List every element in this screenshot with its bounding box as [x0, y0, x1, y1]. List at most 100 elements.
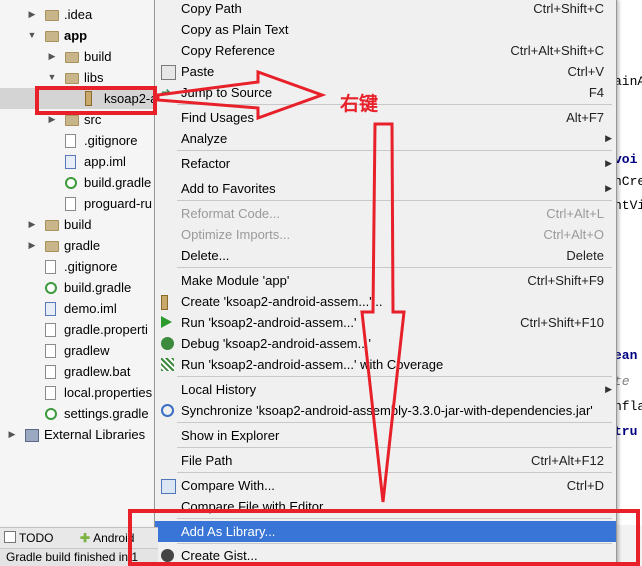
submenu-arrow-icon: ▶ — [605, 183, 612, 193]
tree-item[interactable]: ▶ .idea — [0, 4, 158, 25]
tree-item-label: ksoap2-a — [104, 91, 158, 106]
menu-item-label: Synchronize 'ksoap2-android-assembly-3.3… — [181, 403, 593, 418]
expand-down-icon[interactable]: ▼ — [27, 25, 37, 46]
menu-item-add-to-favorites[interactable]: Add to Favorites ▶ — [155, 178, 616, 199]
tree-item[interactable]: build.gradle — [0, 172, 158, 193]
tree-item[interactable]: build.gradle — [0, 277, 158, 298]
file-icon — [45, 344, 56, 358]
menu-item-copy-as-plain-text[interactable]: Copy as Plain Text — [155, 19, 616, 40]
expand-right-icon[interactable]: ▶ — [47, 46, 57, 67]
menu-item-label: Local History — [181, 382, 257, 397]
menu-item-synchronize-ksoap2-android-assembly-3-3-[interactable]: Synchronize 'ksoap2-android-assembly-3.3… — [155, 400, 616, 421]
menu-item-shortcut: Ctrl+Shift+F9 — [527, 273, 604, 288]
create-config-icon — [161, 295, 168, 310]
menu-separator — [177, 422, 612, 423]
tree-item[interactable]: app.iml — [0, 151, 158, 172]
menu-item-refactor[interactable]: Refactor ▶ — [155, 153, 616, 174]
menu-item-label: Run 'ksoap2-android-assem...' with Cover… — [181, 357, 444, 372]
status-text: Gradle build finished in 1 — [6, 550, 139, 564]
tree-item[interactable]: gradle.properti — [0, 319, 158, 340]
menu-item-create-ksoap2-android-assem[interactable]: Create 'ksoap2-android-assem...'... — [155, 291, 616, 312]
android-tab-label: Android — [93, 531, 135, 545]
code-line: nfla — [614, 399, 642, 414]
menu-item-run-ksoap2-android-assem[interactable]: Run 'ksoap2-android-assem...' Ctrl+Shift+… — [155, 312, 616, 333]
expand-right-icon[interactable]: ▶ — [27, 4, 37, 25]
tree-item[interactable]: local.properties — [0, 382, 158, 403]
project-tree[interactable]: ▶ .idea ▼ app ▶ build ▼ libs ksoap2-a ▶ src .gitign… — [0, 0, 158, 525]
menu-item-label: Copy Reference — [181, 43, 275, 58]
tree-item-label: build — [64, 217, 92, 232]
menu-item-compare-with[interactable]: Compare With... Ctrl+D — [155, 475, 616, 496]
gist-icon — [161, 549, 174, 562]
menu-item-label: Create 'ksoap2-android-assem...'... — [181, 294, 383, 309]
menu-item-add-as-library[interactable]: Add As Library... — [155, 521, 616, 542]
tree-item[interactable]: ksoap2-a — [0, 88, 158, 109]
tree-item[interactable]: ▶ src — [0, 109, 158, 130]
status-bar: Gradle build finished in 1 — [0, 548, 158, 566]
tree-item-label: build.gradle — [84, 175, 152, 190]
tree-item[interactable]: gradlew — [0, 340, 158, 361]
menu-item-file-path[interactable]: File Path Ctrl+Alt+F12 — [155, 450, 616, 471]
menu-item-analyze[interactable]: Analyze ▶ — [155, 128, 616, 149]
tree-item[interactable]: gradlew.bat — [0, 361, 158, 382]
tree-item[interactable]: ▶ build — [0, 214, 158, 235]
expand-right-icon[interactable]: ▶ — [27, 214, 37, 235]
tree-item[interactable]: demo.iml — [0, 298, 158, 319]
tree-item[interactable]: ▼ app — [0, 25, 158, 46]
tree-item[interactable]: ▼ libs — [0, 67, 158, 88]
expand-right-icon[interactable]: ▶ — [27, 235, 37, 256]
expand-down-icon[interactable]: ▼ — [47, 67, 57, 88]
expand-right-icon[interactable]: ▶ — [7, 424, 17, 445]
menu-item-find-usages[interactable]: Find Usages Alt+F7 — [155, 107, 616, 128]
menu-item-copy-path[interactable]: Copy Path Ctrl+Shift+C — [155, 0, 616, 19]
menu-item-label: Make Module 'app' — [181, 273, 290, 288]
menu-item-shortcut: Ctrl+Shift+F10 — [520, 315, 604, 330]
jump-to-source-icon: ➜ — [161, 85, 172, 99]
menu-item-label: Create Gist... — [181, 548, 258, 563]
menu-separator — [177, 376, 612, 377]
paste-icon — [161, 65, 176, 80]
menu-item-local-history[interactable]: Local History ▶ — [155, 379, 616, 400]
menu-item-create-gist[interactable]: Create Gist... — [155, 545, 616, 565]
tree-item[interactable]: ▶ gradle — [0, 235, 158, 256]
menu-item-debug-ksoap2-android-assem[interactable]: Debug 'ksoap2-android-assem...' — [155, 333, 616, 354]
tree-item-label: gradle.properti — [64, 322, 148, 337]
tree-item-label: gradlew.bat — [64, 364, 131, 379]
coverage-icon — [161, 358, 174, 371]
menu-item-shortcut: Ctrl+V — [567, 64, 604, 79]
annotation-right-click-text: 右键 — [340, 93, 379, 115]
android-tab[interactable]: ✚ Android — [80, 531, 134, 545]
menu-item-label: Delete... — [181, 248, 230, 263]
menu-item-run-ksoap2-android-assem-with-coverage[interactable]: Run 'ksoap2-android-assem...' with Cover… — [155, 354, 616, 375]
menu-separator — [177, 447, 612, 448]
menu-item-label: Refactor — [181, 156, 231, 171]
module-file-icon — [45, 302, 56, 316]
todo-tab[interactable]: TODO — [4, 531, 53, 545]
menu-separator — [177, 200, 612, 201]
menu-item-label: Copy Path — [181, 1, 242, 16]
tree-item[interactable]: ▶ build — [0, 46, 158, 67]
submenu-arrow-icon: ▶ — [605, 133, 612, 143]
menu-item-jump-to-source[interactable]: ➜ Jump to Source F4 — [155, 82, 616, 103]
tree-item[interactable]: ▶ External Libraries — [0, 424, 158, 445]
menu-item-delete[interactable]: Delete... Delete — [155, 245, 616, 266]
menu-item-make-module-app[interactable]: Make Module 'app' Ctrl+Shift+F9 — [155, 270, 616, 291]
tree-item[interactable]: .gitignore — [0, 130, 158, 151]
tree-item-label: .gitignore — [84, 133, 138, 148]
tree-item[interactable]: proguard-ru — [0, 193, 158, 214]
code-line: voi — [614, 152, 638, 167]
submenu-arrow-icon: ▶ — [605, 158, 612, 168]
expand-right-icon[interactable]: ▶ — [47, 109, 57, 130]
file-icon — [45, 323, 56, 337]
tree-item[interactable]: settings.gradle — [0, 403, 158, 424]
menu-item-paste[interactable]: Paste Ctrl+V — [155, 61, 616, 82]
tree-item-label: libs — [84, 70, 104, 85]
context-menu: Copy Path Ctrl+Shift+C Copy as Plain Text C… — [154, 0, 617, 565]
tree-item-label: local.properties — [64, 385, 153, 400]
menu-item-show-in-explorer[interactable]: Show in Explorer — [155, 425, 616, 446]
menu-item-copy-reference[interactable]: Copy Reference Ctrl+Alt+Shift+C — [155, 40, 616, 61]
android-icon: ✚ — [80, 531, 91, 545]
menu-item-compare-file-with-editor[interactable]: Compare File with Editor — [155, 496, 616, 517]
tree-item[interactable]: .gitignore — [0, 256, 158, 277]
tree-item-label: gradle — [64, 238, 101, 253]
